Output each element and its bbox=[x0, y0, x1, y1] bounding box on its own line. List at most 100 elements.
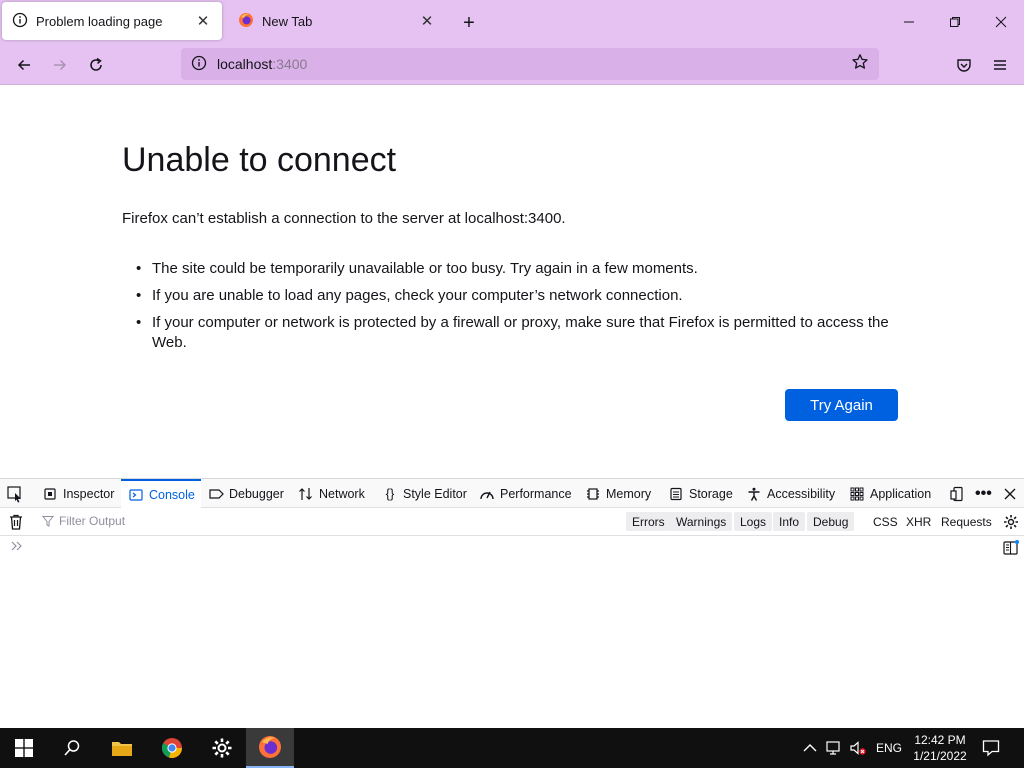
console-input-line[interactable] bbox=[0, 536, 1024, 560]
memory-icon bbox=[585, 486, 601, 502]
tab-new-tab[interactable]: New Tab ✕ bbox=[228, 2, 446, 40]
close-tab-icon[interactable]: ✕ bbox=[418, 12, 436, 30]
close-tab-icon[interactable]: ✕ bbox=[194, 12, 212, 30]
notifications-button[interactable] bbox=[982, 728, 1000, 768]
tab-debugger[interactable]: Debugger bbox=[208, 479, 284, 508]
volume-muted-icon[interactable] bbox=[849, 728, 867, 768]
folder-icon bbox=[112, 742, 132, 756]
minimize-button[interactable] bbox=[886, 0, 932, 44]
tab-label: Accessibility bbox=[767, 486, 836, 501]
tab-label: Storage bbox=[689, 486, 733, 501]
filter-icon bbox=[42, 516, 54, 527]
firefox-icon bbox=[238, 12, 254, 31]
close-devtools-button[interactable] bbox=[1003, 479, 1017, 508]
tab-strip: Problem loading page ✕ New Tab ✕ + bbox=[0, 0, 1024, 44]
filter-output-input[interactable]: Filter Output bbox=[42, 514, 125, 528]
filter-xhr-button[interactable]: XHR bbox=[900, 512, 937, 531]
new-tab-button[interactable]: + bbox=[456, 10, 482, 36]
console-icon bbox=[128, 487, 144, 503]
url-host: localhost bbox=[217, 56, 273, 72]
chrome-button[interactable] bbox=[148, 728, 196, 768]
tab-inspector[interactable]: Inspector bbox=[42, 479, 114, 508]
list-item: If your computer or network is protected… bbox=[136, 313, 906, 353]
language-indicator[interactable]: ENG bbox=[876, 728, 902, 768]
tab-label: Network bbox=[319, 486, 365, 501]
taskbar-clock[interactable]: 12:42 PM 1/21/2022 bbox=[905, 732, 975, 764]
filter-requests-button[interactable]: Requests bbox=[935, 512, 998, 531]
console-settings-button[interactable] bbox=[1003, 514, 1019, 533]
accessibility-icon bbox=[746, 486, 762, 502]
storage-icon bbox=[668, 486, 684, 502]
search-button[interactable] bbox=[48, 728, 96, 768]
filter-info-button[interactable]: Info bbox=[773, 512, 806, 531]
hamburger-menu-icon bbox=[994, 60, 1006, 70]
close-icon bbox=[1004, 488, 1016, 499]
filter-errors-button[interactable]: Errors bbox=[626, 512, 671, 531]
devtools-panel: Inspector Console Debugger Network {} St… bbox=[0, 478, 1024, 728]
settings-button[interactable] bbox=[198, 728, 246, 768]
tab-memory[interactable]: Memory bbox=[585, 479, 651, 508]
tab-console[interactable]: Console bbox=[121, 479, 201, 508]
tab-storage[interactable]: Storage bbox=[668, 479, 733, 508]
chevron-up-icon bbox=[803, 744, 817, 752]
tab-style-editor[interactable]: {} Style Editor bbox=[382, 479, 467, 508]
forward-arrow-icon bbox=[54, 59, 67, 71]
show-hidden-icons-button[interactable] bbox=[803, 728, 817, 768]
tab-label: Debugger bbox=[229, 486, 284, 501]
try-again-button[interactable]: Try Again bbox=[785, 389, 898, 421]
tab-label: Inspector bbox=[63, 486, 115, 501]
responsive-design-button[interactable] bbox=[949, 479, 965, 508]
network-tray-icon[interactable] bbox=[825, 728, 843, 768]
back-button[interactable] bbox=[9, 50, 39, 80]
windows-logo-icon bbox=[15, 739, 33, 757]
more-options-icon[interactable]: ••• bbox=[975, 479, 992, 508]
tab-label: Application bbox=[870, 486, 932, 501]
double-chevron-prompt-icon bbox=[10, 540, 24, 555]
gear-icon bbox=[212, 738, 232, 758]
element-picker-button[interactable] bbox=[6, 479, 24, 508]
tab-network[interactable]: Network bbox=[298, 479, 365, 508]
list-item: The site could be temporarily unavailabl… bbox=[136, 259, 906, 279]
menu-button[interactable] bbox=[985, 50, 1015, 80]
clear-console-button[interactable] bbox=[9, 514, 23, 533]
tab-accessibility[interactable]: Accessibility bbox=[746, 479, 835, 508]
clock-date: 1/21/2022 bbox=[913, 749, 967, 763]
application-icon bbox=[849, 486, 865, 502]
forward-button[interactable] bbox=[45, 50, 75, 80]
style-editor-icon: {} bbox=[385, 486, 395, 501]
info-icon bbox=[12, 12, 28, 31]
bookmark-star-icon[interactable] bbox=[851, 53, 869, 74]
tab-application[interactable]: Application bbox=[849, 479, 931, 508]
filter-logs-button[interactable]: Logs bbox=[734, 512, 773, 531]
filter-css-button[interactable]: CSS bbox=[867, 512, 904, 531]
gear-icon bbox=[1004, 515, 1018, 529]
notification-icon bbox=[982, 740, 1000, 757]
tab-problem-loading[interactable]: Problem loading page ✕ bbox=[2, 2, 222, 40]
filter-placeholder: Filter Output bbox=[59, 514, 126, 528]
editor-mode-icon[interactable] bbox=[1003, 540, 1019, 558]
start-button[interactable] bbox=[0, 728, 48, 768]
chrome-icon bbox=[161, 738, 182, 758]
close-window-button[interactable] bbox=[978, 0, 1024, 44]
search-icon bbox=[64, 740, 80, 756]
site-info-icon[interactable] bbox=[191, 55, 207, 74]
address-bar[interactable]: localhost:3400 bbox=[181, 48, 879, 80]
filter-debug-button[interactable]: Debug bbox=[807, 512, 855, 531]
firefox-taskbar-button[interactable] bbox=[246, 728, 294, 768]
reload-button[interactable] bbox=[81, 50, 111, 80]
tab-label: Console bbox=[149, 487, 195, 502]
pocket-button[interactable] bbox=[949, 50, 979, 80]
tab-performance[interactable]: Performance bbox=[479, 479, 572, 508]
restore-button[interactable] bbox=[932, 0, 978, 44]
trash-icon bbox=[10, 514, 22, 530]
filter-warnings-button[interactable]: Warnings bbox=[670, 512, 733, 531]
responsive-design-icon bbox=[950, 486, 963, 501]
debugger-icon bbox=[208, 486, 224, 502]
console-toolbar: Filter Output Errors Warnings Logs Info … bbox=[0, 508, 1024, 536]
clock-time: 12:42 PM bbox=[914, 733, 966, 747]
file-explorer-button[interactable] bbox=[98, 728, 146, 768]
tab-label: Memory bbox=[606, 486, 652, 501]
list-item: If you are unable to load any pages, che… bbox=[136, 286, 906, 306]
page-title: Unable to connect bbox=[122, 141, 397, 179]
devtools-tabbar: Inspector Console Debugger Network {} St… bbox=[0, 479, 1024, 508]
